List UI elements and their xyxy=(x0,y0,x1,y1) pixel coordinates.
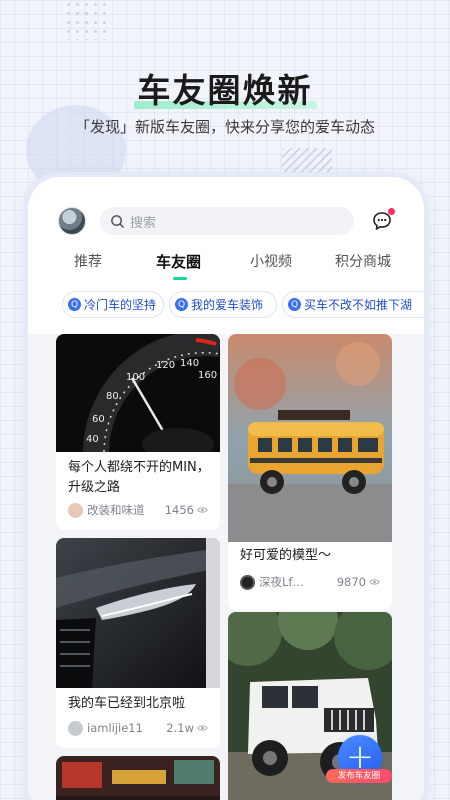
notification-badge xyxy=(388,208,395,215)
chip-label: 买车不改不如推下湖 xyxy=(304,298,413,312)
svg-text:40: 40 xyxy=(86,434,99,445)
headline-text: 车友圈焕新 xyxy=(133,64,317,112)
view-count: 1456 xyxy=(164,503,194,517)
post-feed: 60 80 100 120 140 160 40 每个人都绕不开的MIN，升级之… xyxy=(28,334,424,800)
speedometer-photo: 60 80 100 120 140 160 40 xyxy=(56,334,220,452)
tab-recommend[interactable]: 推荐 xyxy=(74,251,102,271)
view-count: 9870 xyxy=(336,575,366,589)
topic-icon: Q xyxy=(288,298,301,311)
post-meta: 深夜Lf… 9870 xyxy=(240,574,380,590)
author-avatar xyxy=(68,720,83,736)
author-avatar xyxy=(240,574,255,590)
topic-chip[interactable]: Q 我的爱车装饰 xyxy=(169,291,277,318)
user-avatar[interactable] xyxy=(58,207,86,235)
topic-chip[interactable]: Q 买车不改不如推下湖 xyxy=(282,291,424,318)
svg-text:80: 80 xyxy=(106,391,119,402)
topic-chips: Q 冷门车的坚持 Q 我的爱车装饰 Q 买车不改不如推下湖 xyxy=(54,291,424,319)
search-bar[interactable]: 搜索 xyxy=(100,207,354,235)
top-bar: 搜索 xyxy=(28,205,424,239)
post-title: 每个人都绕不开的MIN，升级之路 xyxy=(68,460,210,495)
author-name: 改装和味道 xyxy=(87,503,145,517)
eye-icon xyxy=(197,725,208,731)
svg-text:60: 60 xyxy=(92,414,105,425)
promo-headline: 车友圈焕新 xyxy=(0,64,450,112)
street-night-photo xyxy=(56,756,220,800)
chip-label: 我的爱车装饰 xyxy=(191,298,264,312)
toy-bus-photo xyxy=(228,334,392,542)
search-icon xyxy=(111,214,124,228)
decorative-dots xyxy=(64,0,108,40)
author-avatar xyxy=(68,502,83,518)
view-count: 2.1w xyxy=(166,721,194,735)
topic-icon: Q xyxy=(68,298,81,311)
svg-text:100: 100 xyxy=(126,372,145,383)
tab-bar: 推荐 车友圈 小视频 积分商城 xyxy=(28,251,424,281)
tab-short-video[interactable]: 小视频 xyxy=(250,251,292,271)
post-card[interactable] xyxy=(56,756,220,800)
topic-icon: Q xyxy=(175,298,188,311)
svg-text:140: 140 xyxy=(180,358,199,369)
author-name: 深夜Lf… xyxy=(259,575,304,589)
topic-chip[interactable]: Q 冷门车的坚持 xyxy=(62,291,164,318)
post-meta: iamlijie11 2.1w xyxy=(68,720,208,736)
tab-car-circle[interactable]: 车友圈 xyxy=(156,251,201,272)
post-card[interactable]: 60 80 100 120 140 160 40 每个人都绕不开的MIN，升级之… xyxy=(56,334,220,530)
active-tab-indicator xyxy=(173,277,187,280)
decorative-stripes xyxy=(282,148,332,174)
post-title: 我的车已经到北京啦 xyxy=(68,696,186,711)
post-meta: 改装和味道 1456 xyxy=(68,502,208,518)
publish-post-button[interactable]: + 发布车友圈 xyxy=(326,735,392,795)
audi-headlight-photo xyxy=(56,538,220,688)
svg-text:120: 120 xyxy=(156,360,175,371)
promo-subtitle: 「发现」新版车友圈，快来分享您的爱车动态 xyxy=(74,118,375,136)
post-card[interactable]: 好可爱的模型～ 深夜Lf… 9870 xyxy=(228,334,392,610)
phone-screen: 搜索 推荐 车友圈 小视频 积分商城 Q 冷门车的坚持 Q 我的爱车装饰 Q 买… xyxy=(28,177,424,800)
search-placeholder: 搜索 xyxy=(130,215,157,231)
author-name: iamlijie11 xyxy=(87,721,143,735)
post-card[interactable]: 我的车已经到北京啦 iamlijie11 2.1w xyxy=(56,538,220,748)
eye-icon xyxy=(197,507,208,513)
post-title: 好可爱的模型～ xyxy=(240,548,332,563)
publish-post-label: 发布车友圈 xyxy=(326,769,392,783)
svg-text:160: 160 xyxy=(198,370,217,381)
eye-icon xyxy=(369,579,380,585)
chip-label: 冷门车的坚持 xyxy=(84,298,157,312)
tab-points-mall[interactable]: 积分商城 xyxy=(335,251,391,271)
